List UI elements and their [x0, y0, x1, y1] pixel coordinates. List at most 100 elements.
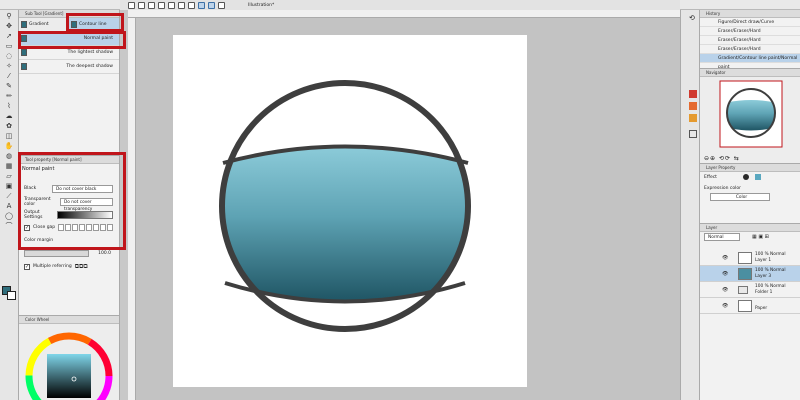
history-item[interactable]: Eraser/Eraser/Hard	[700, 45, 800, 54]
decoration-tool-icon[interactable]: ✿	[4, 122, 14, 130]
ruler-tool-icon[interactable]: ⟋	[4, 192, 14, 200]
navigator-header: Navigator	[700, 69, 800, 77]
layer-thumbnail	[738, 300, 752, 312]
highlight-tool-property	[18, 152, 126, 250]
blend-mode-dropdown[interactable]: Normal	[704, 233, 740, 241]
undo-icon[interactable]	[158, 1, 165, 9]
layer-row-paper[interactable]: 👁 Paper	[700, 298, 800, 314]
visibility-eye-icon[interactable]: 👁	[722, 255, 728, 261]
layer-property-panel: Layer Property Effect Expression color C…	[700, 163, 800, 223]
airbrush-tool-icon[interactable]: ☁	[4, 112, 14, 120]
reference-layer-icon[interactable]: ⧉⧉⧉	[75, 263, 88, 271]
teal-fill-region	[222, 146, 468, 302]
pencil-tool-icon[interactable]: ✏	[4, 92, 14, 100]
subtool-item-label: The lightest shadow	[67, 50, 113, 55]
transform-icon[interactable]	[188, 1, 195, 9]
multiple-referring-checkbox[interactable]: ✓	[24, 263, 30, 270]
effect-color-icon[interactable]	[754, 174, 761, 180]
navigator-zoom-icons[interactable]: ⊖⊕ ⟲⟳ ⇆	[704, 155, 740, 162]
subtool-item-icon	[21, 49, 27, 56]
effect-label: Effect	[704, 174, 717, 180]
subview-icon[interactable]	[689, 102, 697, 110]
layer-row-folder[interactable]: 👁 100 % Normal Folder 1	[700, 282, 800, 298]
text-tool-icon[interactable]: A	[4, 202, 14, 210]
frame-tool-icon[interactable]: ▣	[4, 182, 14, 190]
snap-ruler-icon[interactable]	[198, 1, 205, 9]
blend-mode-value: Normal	[708, 235, 724, 240]
brush-tool-icon[interactable]: ⌇	[4, 102, 14, 110]
operation-tool-icon[interactable]: ➚	[4, 32, 14, 40]
fill-tool-icon[interactable]: ◍	[4, 152, 14, 160]
navigator-panel: Navigator ⊖⊕ ⟲⟳ ⇆	[700, 68, 800, 163]
snap-point-icon[interactable]	[218, 1, 225, 9]
expression-label: Expression color	[704, 186, 741, 191]
eyedropper-tool-icon[interactable]: ⁄	[4, 72, 14, 80]
history-icon[interactable]: ⟲	[689, 14, 695, 22]
history-item[interactable]: Eraser/Eraser/Hard	[700, 36, 800, 45]
layer-mode: 100 % Normal	[755, 268, 786, 273]
navigator-preview[interactable]	[700, 79, 800, 154]
marquee-tool-icon[interactable]: ▭	[4, 42, 14, 50]
lasso-tool-icon[interactable]: ◌	[4, 52, 14, 60]
highlight-normal-paint	[18, 31, 126, 49]
effect-icon[interactable]	[742, 174, 749, 180]
canvas-tab[interactable]: Illustration*	[248, 3, 274, 8]
folder-icon	[738, 286, 748, 294]
color-margin-slider[interactable]	[24, 250, 90, 257]
expression-dropdown[interactable]: Color	[710, 193, 770, 201]
right-icon-strip: ⟲	[686, 10, 700, 400]
visibility-eye-icon[interactable]: 👁	[722, 287, 728, 293]
layer-thumbnail	[738, 268, 752, 280]
history-item-current[interactable]: Gradient/Contour line paint/Normal paint	[700, 54, 800, 70]
layer-row-selected[interactable]: 👁 100 % Normal Layer 3	[700, 266, 800, 282]
tab-gradient[interactable]: Gradient	[19, 18, 69, 31]
pen-tool-icon[interactable]: ✎	[4, 82, 14, 90]
material-icon[interactable]	[689, 130, 697, 138]
layer-name: Layer 3	[755, 274, 772, 279]
open-icon[interactable]	[138, 1, 145, 9]
layer-blend-row: Normal ▦ ▣ ⊞	[700, 232, 800, 242]
history-item[interactable]: Eraser/Eraser/Hard	[700, 27, 800, 36]
ruler-left	[128, 18, 136, 400]
artwork	[219, 80, 471, 332]
snap-grid-icon[interactable]	[208, 1, 215, 9]
blend-tool-icon[interactable]: ✋	[4, 142, 14, 150]
subtool-item-label: The deepest shadow	[66, 64, 113, 69]
expression-value: Color	[735, 195, 748, 200]
visibility-eye-icon[interactable]: 👁	[722, 271, 728, 277]
gradient-tool-icon[interactable]: ▦	[4, 162, 14, 170]
color-margin-value: 100.0	[98, 251, 111, 256]
layer-tools-icons[interactable]: ▦ ▣ ⊞	[752, 234, 769, 240]
balloon-tool-icon[interactable]: ◯	[4, 212, 14, 220]
layer-header: Layer	[700, 224, 800, 232]
new-icon[interactable]	[128, 1, 135, 9]
info-icon[interactable]	[689, 114, 697, 122]
layer-property-header: Layer Property	[700, 164, 800, 172]
navigator-icon[interactable]	[689, 90, 697, 98]
layer-name: Folder 1	[755, 290, 773, 295]
save-icon[interactable]	[148, 1, 155, 9]
line-correction-tool-icon[interactable]: ⌒	[4, 222, 14, 230]
zoom-tool-icon[interactable]: ⚲	[4, 12, 14, 20]
layer-name: Paper	[755, 306, 768, 311]
visibility-eye-icon[interactable]: 👁	[722, 303, 728, 309]
color-wheel[interactable]	[19, 324, 120, 400]
layer-panel: Layer Normal ▦ ▣ ⊞ 👁 100 % Normal Layer …	[700, 223, 800, 400]
layer-row[interactable]: 👁 100 % Normal Layer 1	[700, 250, 800, 266]
auto-select-tool-icon[interactable]: ✧	[4, 62, 14, 70]
sub-color-swatch[interactable]	[7, 291, 16, 300]
command-bar: Illustration*	[120, 0, 680, 10]
figure-tool-icon[interactable]: ▱	[4, 172, 14, 180]
subtool-item-deepest-shadow[interactable]: The deepest shadow	[19, 60, 119, 74]
move-tool-icon[interactable]: ✥	[4, 22, 14, 30]
multiple-referring-label: Multiple referring	[33, 264, 72, 269]
clear-icon[interactable]	[178, 1, 185, 9]
canvas-paper[interactable]	[173, 35, 527, 387]
history-item[interactable]: Figure/Direct draw/Curve	[700, 18, 800, 27]
layer-mode: 100 % Normal	[755, 284, 786, 289]
eraser-tool-icon[interactable]: ◫	[4, 132, 14, 140]
effect-row: Effect	[700, 172, 800, 182]
redo-icon[interactable]	[168, 1, 175, 9]
history-header: History	[700, 10, 800, 18]
gradient-group-icon	[21, 21, 27, 28]
